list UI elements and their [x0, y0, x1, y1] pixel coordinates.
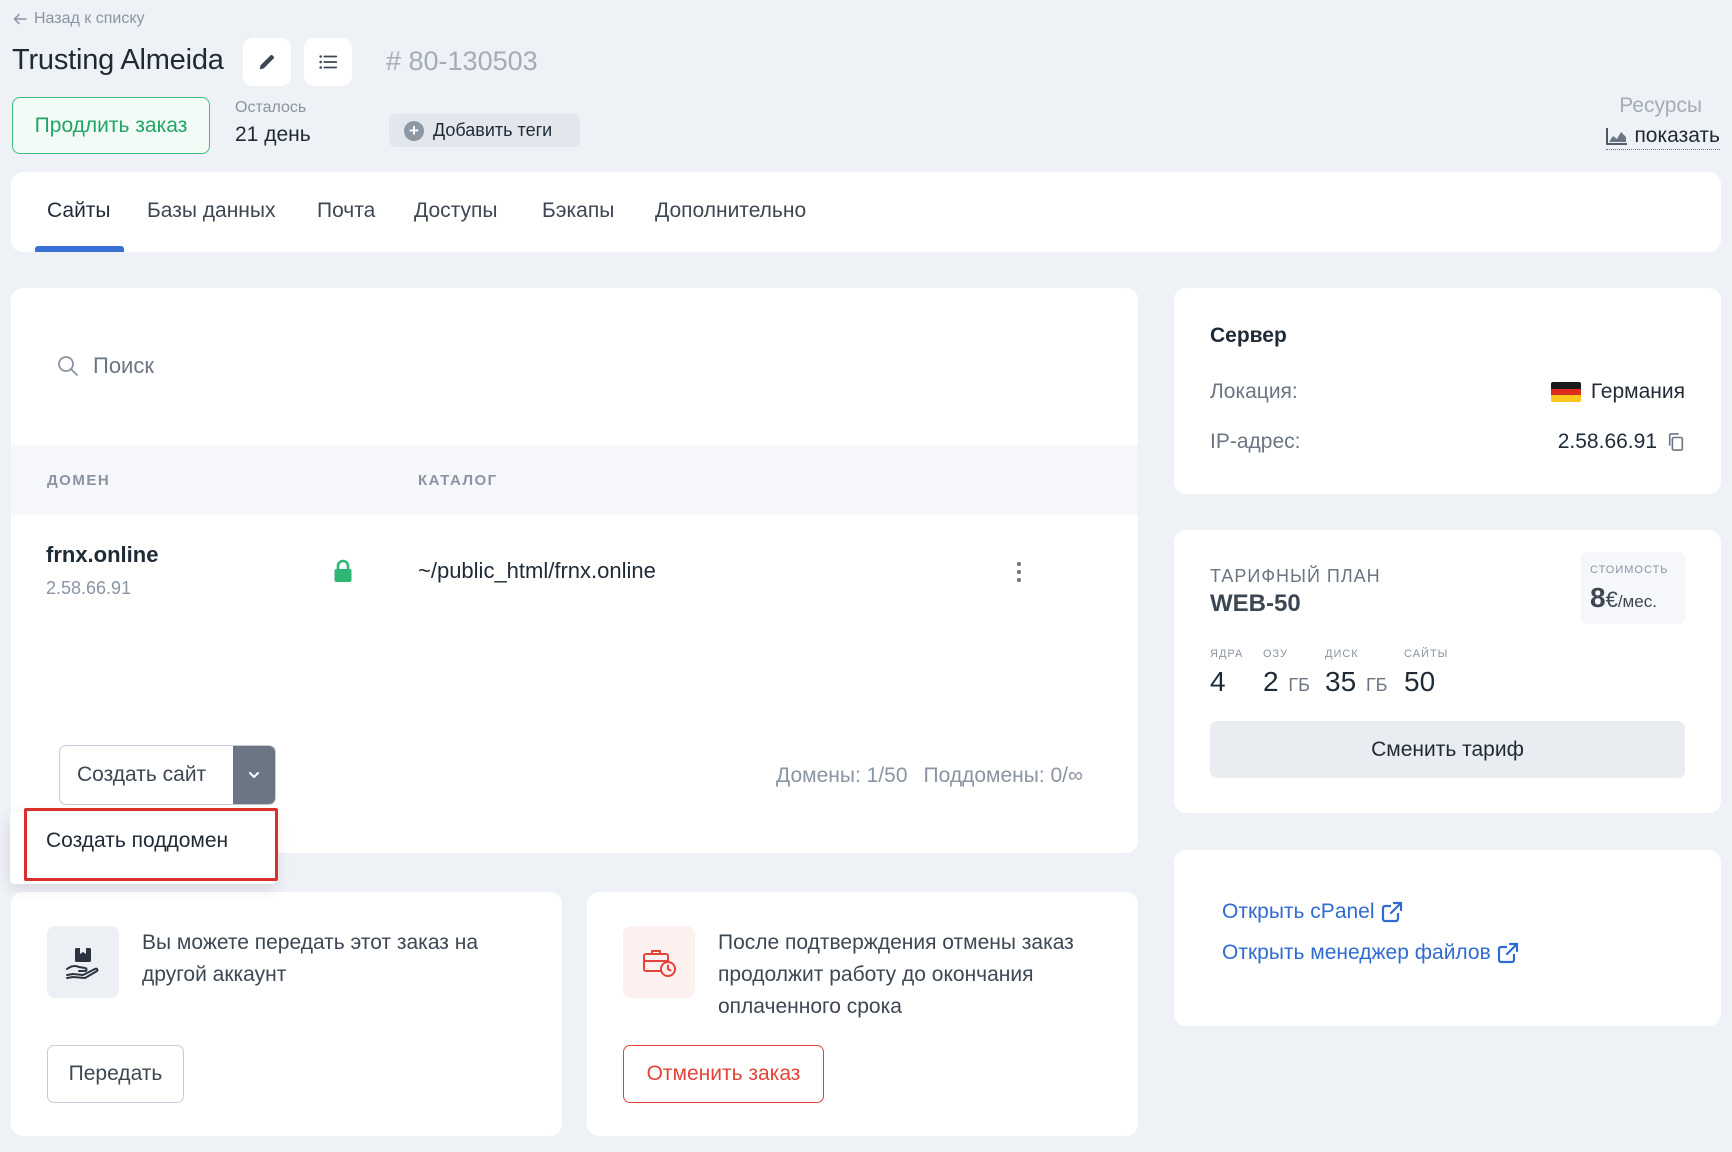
domain-ip: 2.58.66.91 — [46, 578, 132, 598]
open-cpanel-label: Открыть cPanel — [1222, 900, 1375, 923]
tab-access[interactable]: Доступы — [414, 199, 497, 223]
spec-ram: ОЗУ 2 ГБ — [1263, 648, 1310, 698]
catalog-path: ~/public_html/frnx.online — [418, 558, 656, 583]
page-title: Trusting Almeida — [12, 44, 224, 76]
transfer-button[interactable]: Передать — [47, 1045, 184, 1103]
arrow-left-icon — [13, 13, 27, 25]
location-value: Германия — [1550, 380, 1685, 404]
tab-mail[interactable]: Почта — [317, 199, 375, 223]
tabs-bar: Сайты Базы данных Почта Доступы Бэкапы Д… — [11, 172, 1721, 252]
price-amount: 8 — [1590, 582, 1606, 613]
open-file-manager-label: Открыть менеджер файлов — [1222, 941, 1491, 964]
domains-count: Домены: 1/50 — [776, 764, 908, 787]
spec-value: 2 ГБ — [1263, 666, 1310, 697]
spec-sites: САЙТЫ 50 — [1404, 648, 1448, 698]
external-link-icon — [1497, 942, 1518, 964]
column-header-domain: ДОМЕН — [47, 472, 111, 489]
tab-databases[interactable]: Базы данных — [147, 199, 276, 223]
location-country: Германия — [1590, 380, 1685, 403]
remaining-value: 21 день — [235, 123, 311, 146]
search-icon — [58, 356, 78, 376]
links-card: Открыть cPanel Открыть менеджер файлов — [1174, 850, 1721, 1026]
briefcase-clock-icon — [623, 926, 695, 998]
external-link-icon — [1381, 901, 1402, 923]
plan-card: ТАРИФНЫЙ ПЛАН WEB-50 СТОИМОСТЬ 8€/мес. Я… — [1174, 530, 1721, 813]
create-subdomain-menu-item[interactable]: Создать поддомен — [46, 829, 228, 853]
chevron-down-icon — [249, 772, 259, 778]
spec-label: ЯДРА — [1210, 648, 1244, 660]
back-link-label: Назад к списку — [34, 10, 145, 27]
server-card: Сервер Локация: Германия IP-адрес: 2.58.… — [1174, 288, 1721, 494]
site-counts: Домены: 1/50 Поддомены: 0/∞ — [776, 764, 1083, 788]
tab-backups[interactable]: Бэкапы — [542, 199, 614, 223]
sites-panel: Поиск ДОМЕН КАТАЛОГ frnx.online 2.58.66.… — [11, 288, 1138, 853]
create-dropdown-menu: Создать поддомен — [10, 812, 276, 884]
create-site-dropdown-toggle[interactable] — [233, 746, 275, 804]
germany-flag-icon — [1550, 382, 1581, 402]
spec-label: ДИСК — [1325, 648, 1359, 660]
domain-name[interactable]: frnx.online — [46, 542, 158, 568]
order-details-button[interactable] — [304, 38, 352, 86]
resources-label: Ресурсы — [1619, 94, 1702, 117]
create-site-button[interactable]: Создать сайт — [60, 746, 233, 804]
search-placeholder: Поиск — [93, 353, 154, 378]
transfer-box-icon — [47, 926, 119, 998]
spec-value: 50 — [1404, 666, 1436, 697]
add-tags-button[interactable]: + Добавить теги — [389, 114, 580, 147]
cancel-order-button[interactable]: Отменить заказ — [623, 1045, 824, 1103]
transfer-description: Вы можете передать этот заказ на другой … — [142, 931, 478, 986]
ssl-lock-icon — [334, 559, 352, 582]
tab-sites[interactable]: Сайты — [47, 199, 111, 223]
area-chart-icon — [1606, 128, 1628, 145]
ip-address: 2.58.66.91 — [1557, 430, 1657, 453]
resources-show-link[interactable]: показать — [1606, 124, 1720, 150]
price-currency: € — [1605, 587, 1618, 612]
ip-value: 2.58.66.91 — [1558, 430, 1685, 454]
spec-value: 35 ГБ — [1325, 666, 1388, 697]
plan-name: WEB-50 — [1210, 590, 1301, 617]
list-icon — [319, 55, 338, 69]
renew-order-button[interactable]: Продлить заказ — [12, 97, 210, 154]
add-tags-label: Добавить теги — [433, 120, 553, 140]
ip-label: IP-адрес: — [1210, 430, 1301, 453]
column-header-catalog: КАТАЛОГ — [418, 472, 498, 489]
change-plan-button[interactable]: Сменить тариф — [1210, 721, 1685, 778]
cancel-description: После подтверждения отмены заказ продолж… — [718, 931, 1074, 1018]
spec-label: ОЗУ — [1263, 648, 1289, 660]
remaining-label: Осталось — [235, 99, 307, 116]
back-to-list-link[interactable]: Назад к списку — [12, 10, 145, 28]
price-label: СТОИМОСТЬ — [1590, 564, 1669, 576]
copy-icon[interactable] — [1667, 432, 1685, 452]
resources-show-label: показать — [1634, 124, 1720, 147]
spec-label: САЙТЫ — [1404, 648, 1449, 660]
open-cpanel-link[interactable]: Открыть cPanel — [1222, 900, 1403, 924]
spec-cores: ЯДРА 4 — [1210, 648, 1243, 698]
tab-additional[interactable]: Дополнительно — [655, 199, 806, 223]
price-value: 8€/мес. — [1590, 582, 1657, 614]
spec-value: 4 — [1210, 666, 1226, 697]
table-header: ДОМЕН КАТАЛОГ — [11, 445, 1138, 515]
pencil-icon — [259, 55, 274, 70]
price-period: /мес. — [1617, 592, 1657, 611]
plan-label: ТАРИФНЫЙ ПЛАН — [1210, 566, 1381, 586]
order-number: # 80-130503 — [386, 46, 538, 76]
edit-name-button[interactable] — [243, 38, 291, 86]
active-tab-indicator — [35, 246, 124, 252]
location-label: Локация: — [1210, 380, 1298, 403]
spec-disk: ДИСК 35 ГБ — [1325, 648, 1388, 698]
price-box: СТОИМОСТЬ 8€/мес. — [1581, 552, 1685, 624]
transfer-order-card: Вы можете передать этот заказ на другой … — [11, 892, 562, 1136]
row-menu-icon[interactable] — [1011, 560, 1027, 584]
create-site-split-button: Создать сайт — [59, 745, 276, 805]
subdomains-count: Поддомены: 0/∞ — [923, 764, 1083, 787]
plus-circle-icon: + — [404, 120, 424, 141]
search-input[interactable]: Поиск — [57, 353, 154, 379]
cancel-order-card: После подтверждения отмены заказ продолж… — [587, 892, 1138, 1136]
open-file-manager-link[interactable]: Открыть менеджер файлов — [1222, 941, 1519, 965]
server-title: Сервер — [1210, 324, 1287, 347]
